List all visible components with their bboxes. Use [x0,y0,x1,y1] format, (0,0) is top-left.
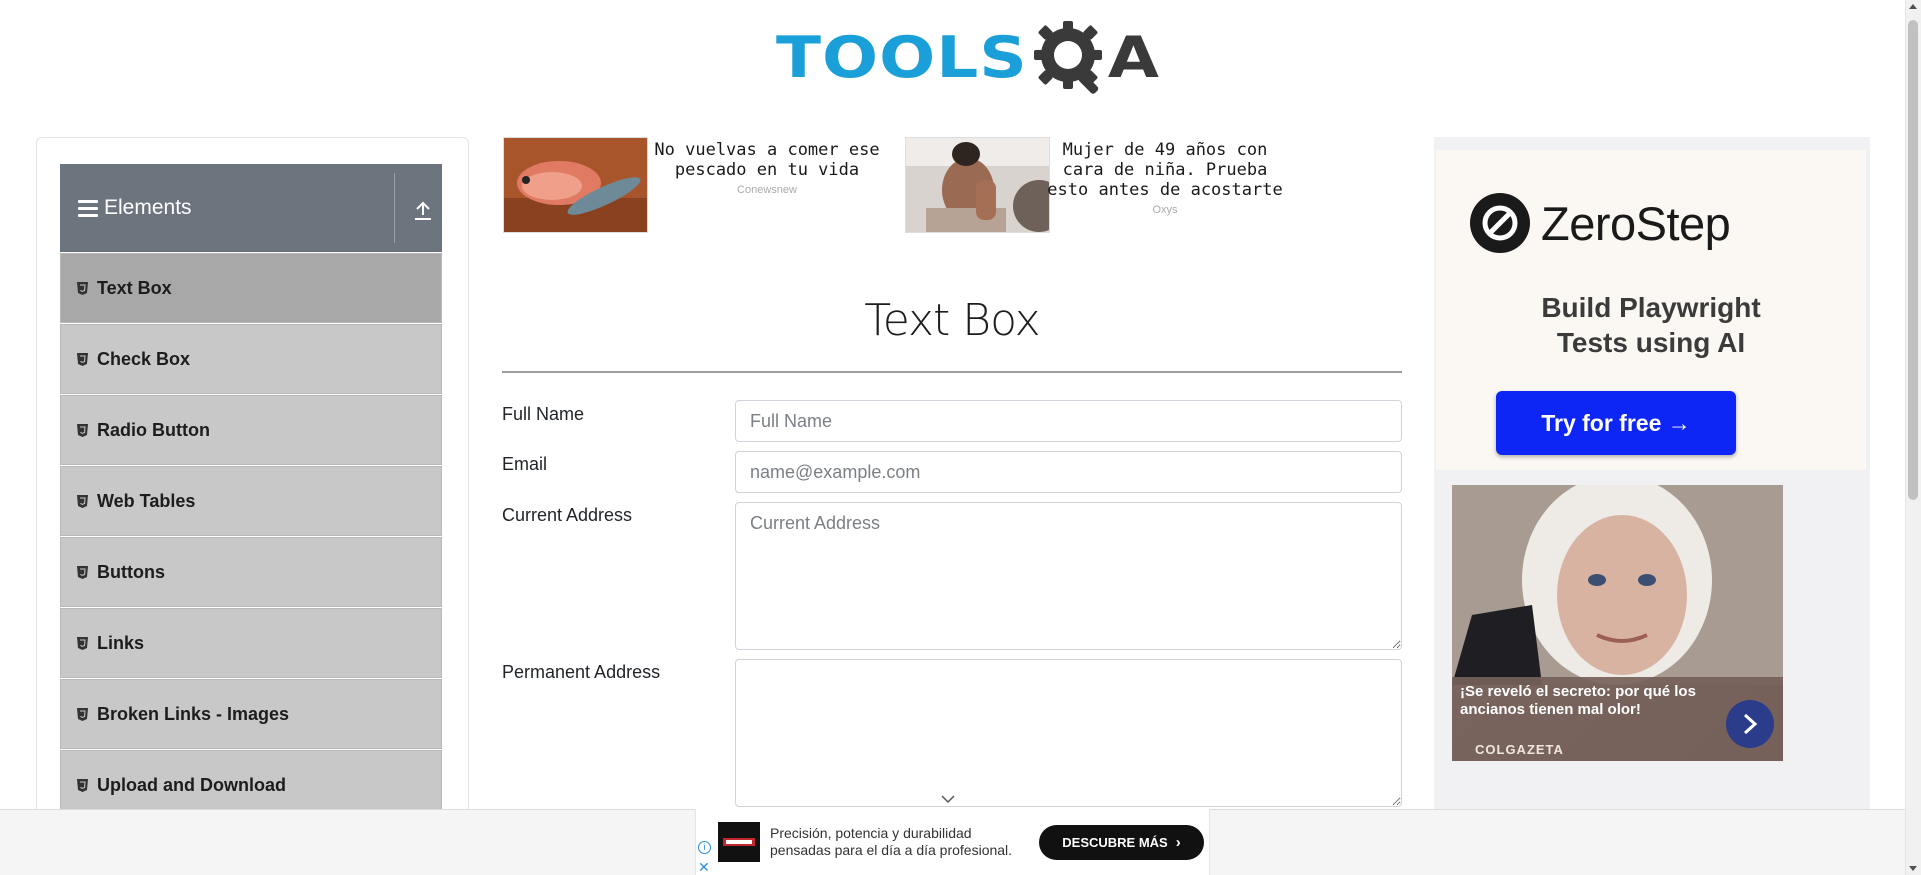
chevron-right-icon: › [1175,834,1181,851]
tagline-line-1: Build Playwright [1541,292,1761,323]
logo-text-tools: TOOLS [776,24,1028,91]
permanent-address-textarea[interactable] [735,659,1402,807]
page-title: Text Box [864,295,1040,346]
current-address-label: Current Address [502,505,633,525]
hamburger-icon [78,199,98,217]
descubre-mas-button[interactable]: DESCUBRE MÁS › [1039,825,1204,860]
ad-headline: Mujer de 49 años con cara de niña. Prueb… [1047,140,1283,200]
html5-icon [77,565,88,579]
chevron-down-icon [941,795,955,804]
sidebar-item-text-box[interactable]: Text Box [60,253,442,323]
ad-close-icon[interactable]: ✕ [698,859,710,875]
elements-group-header[interactable]: Elements [60,164,442,252]
sidebar-item-links[interactable]: Links [60,608,442,678]
header-divider [394,173,395,243]
woman-thumbnail [905,137,1050,233]
email-label: Email [502,454,548,474]
toolsqa-logo[interactable]: TOOLS A [776,16,1159,100]
native-ad-fish[interactable]: No vuelvas a comer ese pescado en tu vid… [503,137,886,237]
html5-icon [77,636,88,650]
full-name-input[interactable] [735,400,1402,442]
sidebar-item-label: Broken Links - Images [97,703,290,724]
sidebar-item-label: Check Box [97,348,191,369]
current-address-textarea[interactable] [735,502,1402,650]
full-name-label: Full Name [502,404,585,424]
elderly-woman-photo [1452,485,1783,685]
sidebar-item-label: Buttons [97,561,165,582]
zerostep-brand-name: ZeroStep [1541,196,1731,250]
html5-icon [77,352,88,366]
fish-thumbnail [503,137,648,233]
collapse-upload-icon[interactable] [414,200,432,220]
ad-info-icon[interactable]: i [698,841,711,854]
sidebar-item-web-tables[interactable]: Web Tables [60,466,442,536]
try-for-free-button[interactable]: Try for free → [1496,391,1736,455]
chevron-right-icon[interactable] [1726,700,1774,748]
email-input[interactable] [735,451,1402,493]
sidebar-item-label: Text Box [97,277,172,298]
group-title: Elements [104,196,192,219]
html5-icon [77,281,88,295]
native-ad-skincare[interactable]: Mujer de 49 años con cara de niña. Prueb… [905,137,1284,237]
title-divider [502,371,1402,373]
page: TOOLS A Elements Text Box Check Box Radi… [0,0,1921,875]
bottom-banner-ad[interactable]: i ✕ Precisión, potencia y durabilidad pe… [695,809,1210,875]
scroll-down-arrow-icon[interactable] [1909,866,1917,871]
tagline-line-2: Tests using AI [1556,327,1746,358]
story-caption: ¡Se reveló el secreto: por qué los ancia… [1460,683,1696,718]
bottom-ad-text: Precisión, potencia y durabilidad pensad… [770,825,1013,858]
html5-icon [77,423,88,437]
sidebar-item-label: Web Tables [97,490,196,511]
story-source: COLGAZETA [1475,742,1564,757]
elements-menu: Text Box Check Box Radio Button Web Tabl… [60,253,442,821]
zerostep-tagline: Build Playwright Tests using AI [1436,290,1866,360]
scroll-up-arrow-icon[interactable] [1909,4,1917,9]
sidebar-item-radio-button[interactable]: Radio Button [60,395,442,465]
sidebar-item-buttons[interactable]: Buttons [60,537,442,607]
scrollbar-thumb[interactable] [1908,20,1918,500]
sidebar-item-label: Links [97,632,145,653]
sidebar-item-label: Radio Button [97,419,210,440]
sidebar-item-label: Upload and Download [97,774,286,795]
descubre-mas-label: DESCUBRE MÁS [1062,835,1168,850]
ad-source: Conewsnew [737,184,797,196]
html5-icon [77,778,88,792]
zerostep-logo-icon [1470,193,1530,253]
brand-logo [718,822,760,862]
logo-text-a: A [1107,24,1159,91]
permanent-address-label: Permanent Address [502,662,661,682]
sidebar-item-check-box[interactable]: Check Box [60,324,442,394]
ad-headline: No vuelvas a comer ese pescado en tu vid… [654,140,880,180]
zerostep-logo: ZeroStep [1470,193,1731,253]
gear-magnifier-icon [1032,19,1110,97]
html5-icon [77,494,88,508]
html5-icon [77,707,88,721]
story-ad[interactable]: ¡Se reveló el secreto: por qué los ancia… [1452,485,1783,761]
sidebar-item-broken-links[interactable]: Broken Links - Images [60,679,442,749]
ad-source: Oxys [1152,204,1178,216]
